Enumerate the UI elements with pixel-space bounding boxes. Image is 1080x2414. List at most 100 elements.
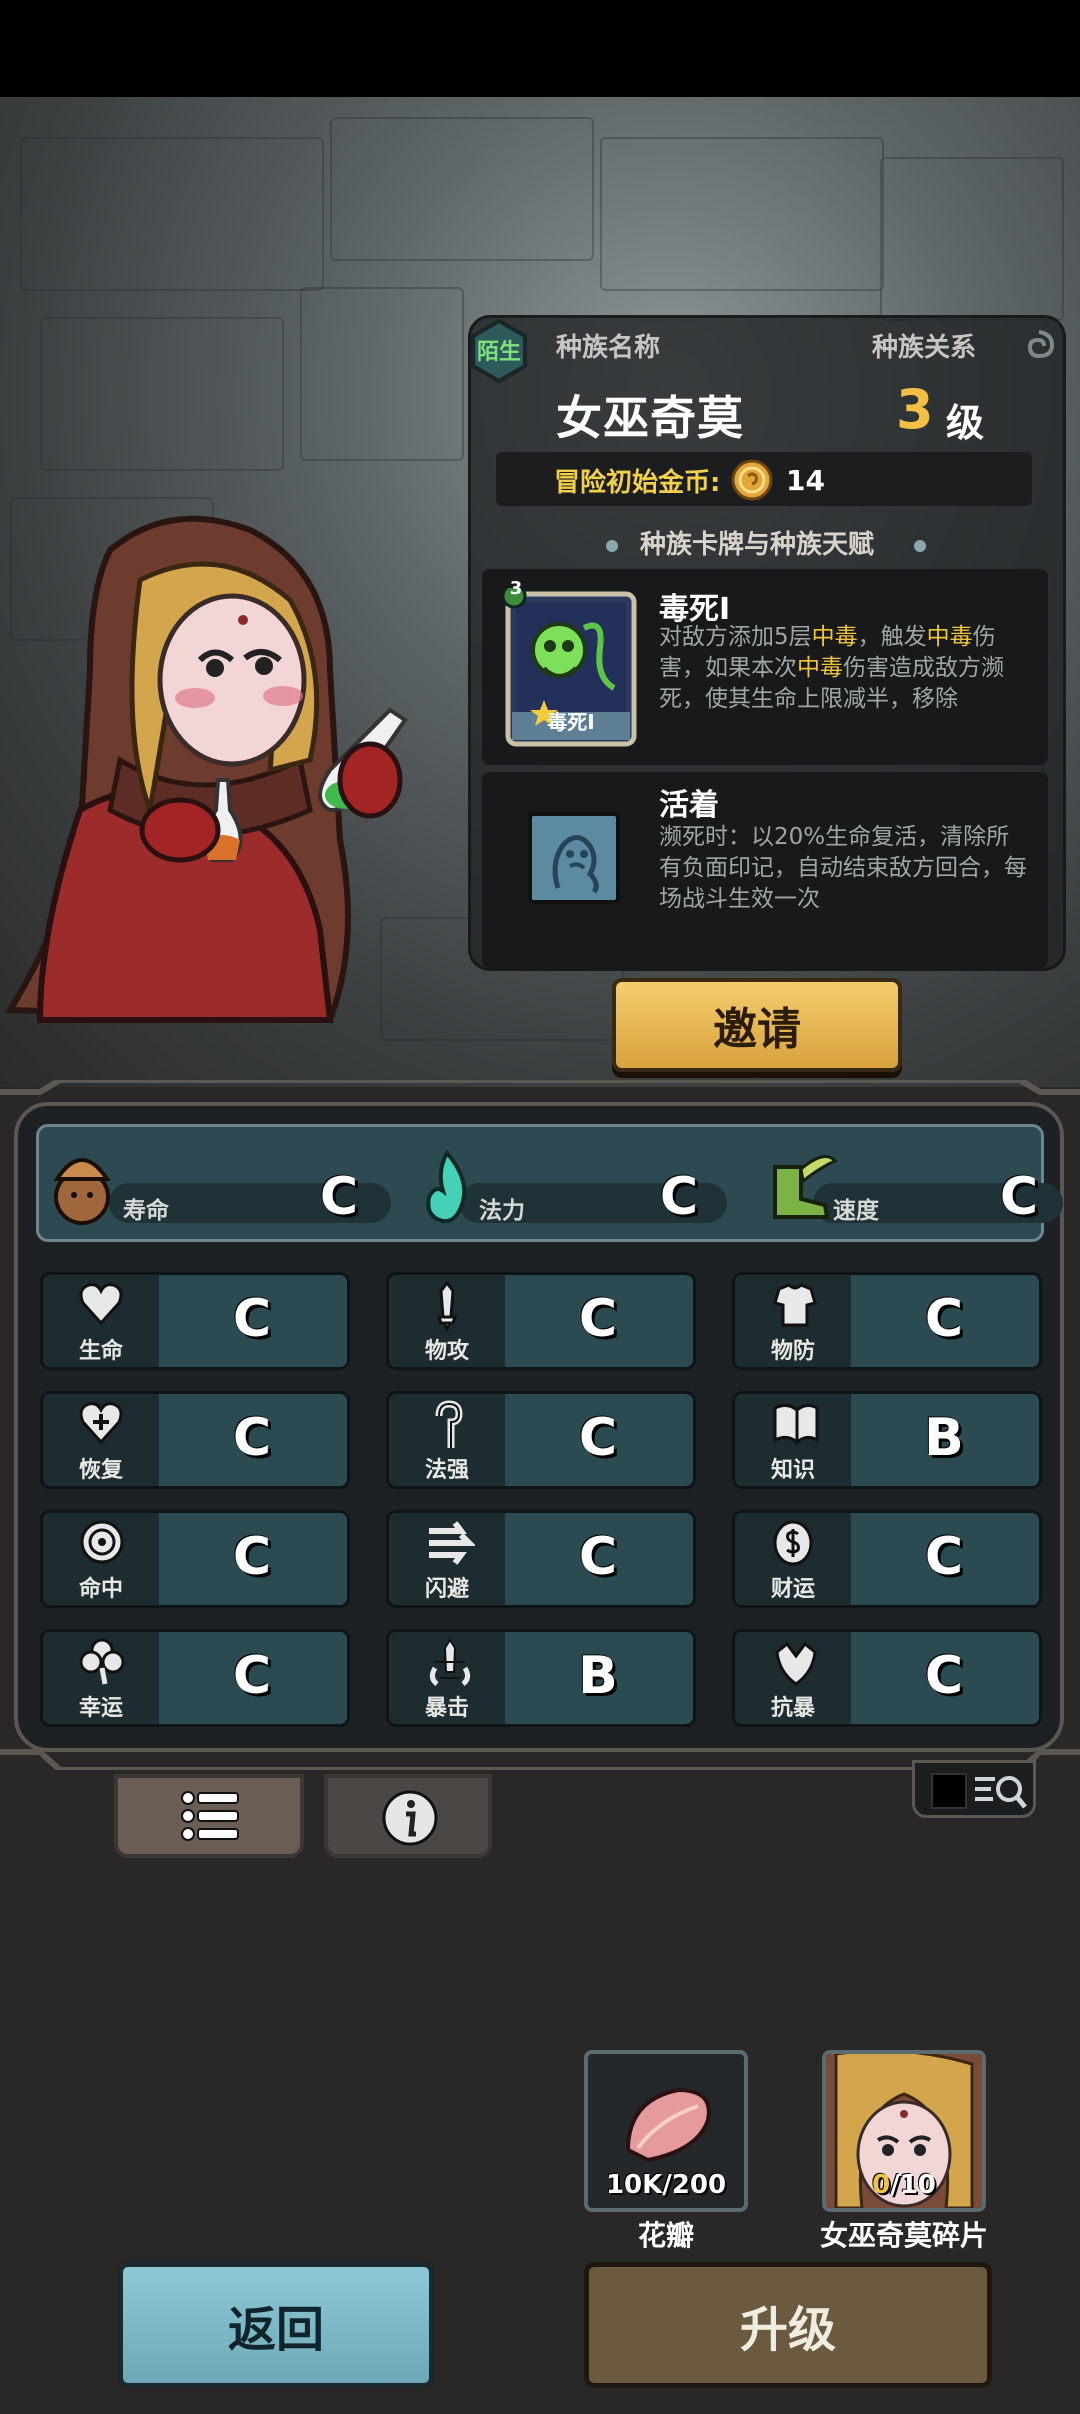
resource-count: 0/10	[826, 2170, 982, 2200]
tab-info[interactable]	[324, 1774, 492, 1858]
toggle-square-icon[interactable]	[931, 1773, 967, 1809]
view-toggle-control[interactable]	[912, 1760, 1036, 1818]
info-icon	[382, 1790, 438, 1846]
attribute-grade: C	[578, 1527, 618, 1587]
heal-heart-icon	[79, 1402, 123, 1445]
attribute-grade: C	[232, 1289, 272, 1349]
attribute-cell-luck[interactable]: 幸运 C	[40, 1629, 350, 1727]
dodge-arrows-icon	[429, 1521, 475, 1565]
swirl-icon	[1027, 330, 1055, 359]
tab-attributes[interactable]	[114, 1774, 304, 1858]
talent-title: 活着	[659, 788, 719, 823]
attribute-label: 闪避	[424, 1577, 469, 1602]
attribute-grade: B	[578, 1646, 618, 1706]
attribute-cell-recovery[interactable]: 恢复 C	[40, 1391, 350, 1489]
attribute-grade: C	[232, 1646, 272, 1706]
attribute-cell-knowledge[interactable]: 知识 B	[732, 1391, 1042, 1489]
stat-grade: C	[319, 1167, 359, 1227]
shield-burst-icon	[775, 1641, 817, 1686]
stat-grade: C	[999, 1167, 1039, 1227]
start-coin-label: 冒险初始金币:	[554, 468, 721, 498]
list-icon	[181, 1791, 239, 1841]
resource-petal[interactable]: 10K/200	[584, 2050, 748, 2212]
upgrade-button[interactable]: 升级	[584, 2262, 992, 2388]
race-relation-heading[interactable]: 种族关系	[872, 327, 976, 364]
attribute-grade: C	[924, 1289, 964, 1349]
attribute-label: 物攻	[424, 1339, 469, 1364]
mana-flame-icon	[426, 1149, 467, 1224]
attribute-cell-dodge[interactable]: 闪避 C	[386, 1510, 696, 1608]
ghost-talent-icon[interactable]	[528, 812, 620, 904]
invite-button[interactable]: 邀请	[612, 978, 902, 1072]
attribute-cell-hp[interactable]: 生命 C	[40, 1272, 350, 1370]
target-icon	[80, 1520, 124, 1564]
talent-description: 濒死时：以20%生命复活，清除所有负面印记，自动结束敌方回合，每场战斗生效一次	[659, 824, 1027, 912]
card-level-badge: 3	[509, 578, 523, 599]
race-level-number: 3	[896, 378, 934, 441]
status-bar	[0, 0, 1080, 97]
attribute-grade: C	[578, 1408, 618, 1468]
resource-witch-shard[interactable]: 0/10	[822, 2050, 986, 2212]
book-icon	[773, 1403, 819, 1446]
sword-icon	[436, 1281, 458, 1331]
stat-label: 寿命	[123, 1198, 169, 1224]
resource-count-need: /10	[890, 2170, 936, 2200]
card-description: 对敌方添加5层中毒，触发中毒伤害，如果本次中毒伤害造成敌方濒死，使其生命上限减半…	[659, 622, 1031, 715]
attribute-cell-physical-attack[interactable]: 物攻 C	[386, 1272, 696, 1370]
armor-icon	[773, 1283, 817, 1327]
resource-name: 女巫奇莫碎片	[819, 2219, 988, 2252]
clover-icon	[79, 1638, 125, 1685]
attribute-label: 抗暴	[770, 1696, 815, 1721]
resource-count: 10K/200	[605, 2170, 727, 2200]
resource-count-have: 0	[872, 2170, 891, 2200]
race-level-unit: 级	[946, 401, 985, 445]
race-name-heading: 种族名称	[556, 333, 661, 363]
list-search-icon[interactable]	[973, 1771, 1029, 1811]
attribute-cell-critical-resist[interactable]: 抗暴 C	[732, 1629, 1042, 1727]
stat-grade: C	[659, 1167, 699, 1227]
race-name: 女巫奇莫	[556, 391, 744, 445]
attribute-grade: C	[232, 1408, 272, 1468]
desc-text: 对敌方添加5层	[659, 624, 812, 650]
attribute-cell-critical[interactable]: 暴击 B	[386, 1629, 696, 1727]
poison-keyword: 中毒	[797, 655, 843, 681]
desc-text: ，触发	[857, 624, 927, 650]
attribute-label: 恢复	[78, 1458, 123, 1483]
staff-icon	[435, 1400, 463, 1448]
card-caption: 毒死Ⅰ	[547, 710, 595, 734]
attribute-label: 幸运	[78, 1696, 123, 1721]
winged-boot-icon	[773, 1155, 838, 1219]
critical-sword-icon	[429, 1638, 471, 1686]
section-title: 种族卡牌与种族天赋	[640, 530, 875, 560]
resource-name: 花瓣	[637, 2219, 694, 2252]
poison-keyword: 中毒	[811, 624, 858, 650]
stat-label: 法力	[479, 1198, 525, 1224]
attribute-label: 生命	[78, 1339, 123, 1364]
start-coin-value: 14	[786, 464, 825, 497]
attribute-label: 暴击	[424, 1696, 469, 1721]
lifespan-icon	[53, 1158, 111, 1225]
attribute-grade: C	[578, 1289, 618, 1349]
section-dot-right	[914, 540, 926, 552]
attribute-grade: C	[924, 1527, 964, 1587]
coin-icon	[773, 1520, 813, 1566]
attribute-label: 物防	[770, 1339, 815, 1364]
attribute-label: 法强	[424, 1458, 469, 1483]
attribute-grade: B	[924, 1408, 964, 1468]
stat-label: 速度	[833, 1198, 879, 1224]
poison-keyword: 中毒	[926, 624, 973, 650]
section-dot-left	[606, 540, 618, 552]
heart-icon	[79, 1283, 123, 1326]
attribute-cell-magic-power[interactable]: 法强 C	[386, 1391, 696, 1489]
petal-icon	[625, 2087, 711, 2163]
gold-coin-icon	[731, 459, 773, 501]
attribute-label: 知识	[770, 1458, 815, 1483]
core-stats-bar: 寿命 C 法力 C 速度 C	[36, 1124, 1063, 1242]
attribute-cell-fortune[interactable]: 财运 C	[732, 1510, 1042, 1608]
attribute-cell-accuracy[interactable]: 命中 C	[40, 1510, 350, 1608]
attribute-grade: C	[232, 1527, 272, 1587]
back-button[interactable]: 返回	[118, 2262, 434, 2388]
relation-badge-label: 陌生	[476, 340, 521, 365]
attribute-label: 命中	[78, 1577, 123, 1602]
attribute-cell-physical-defense[interactable]: 物防 C	[732, 1272, 1042, 1370]
